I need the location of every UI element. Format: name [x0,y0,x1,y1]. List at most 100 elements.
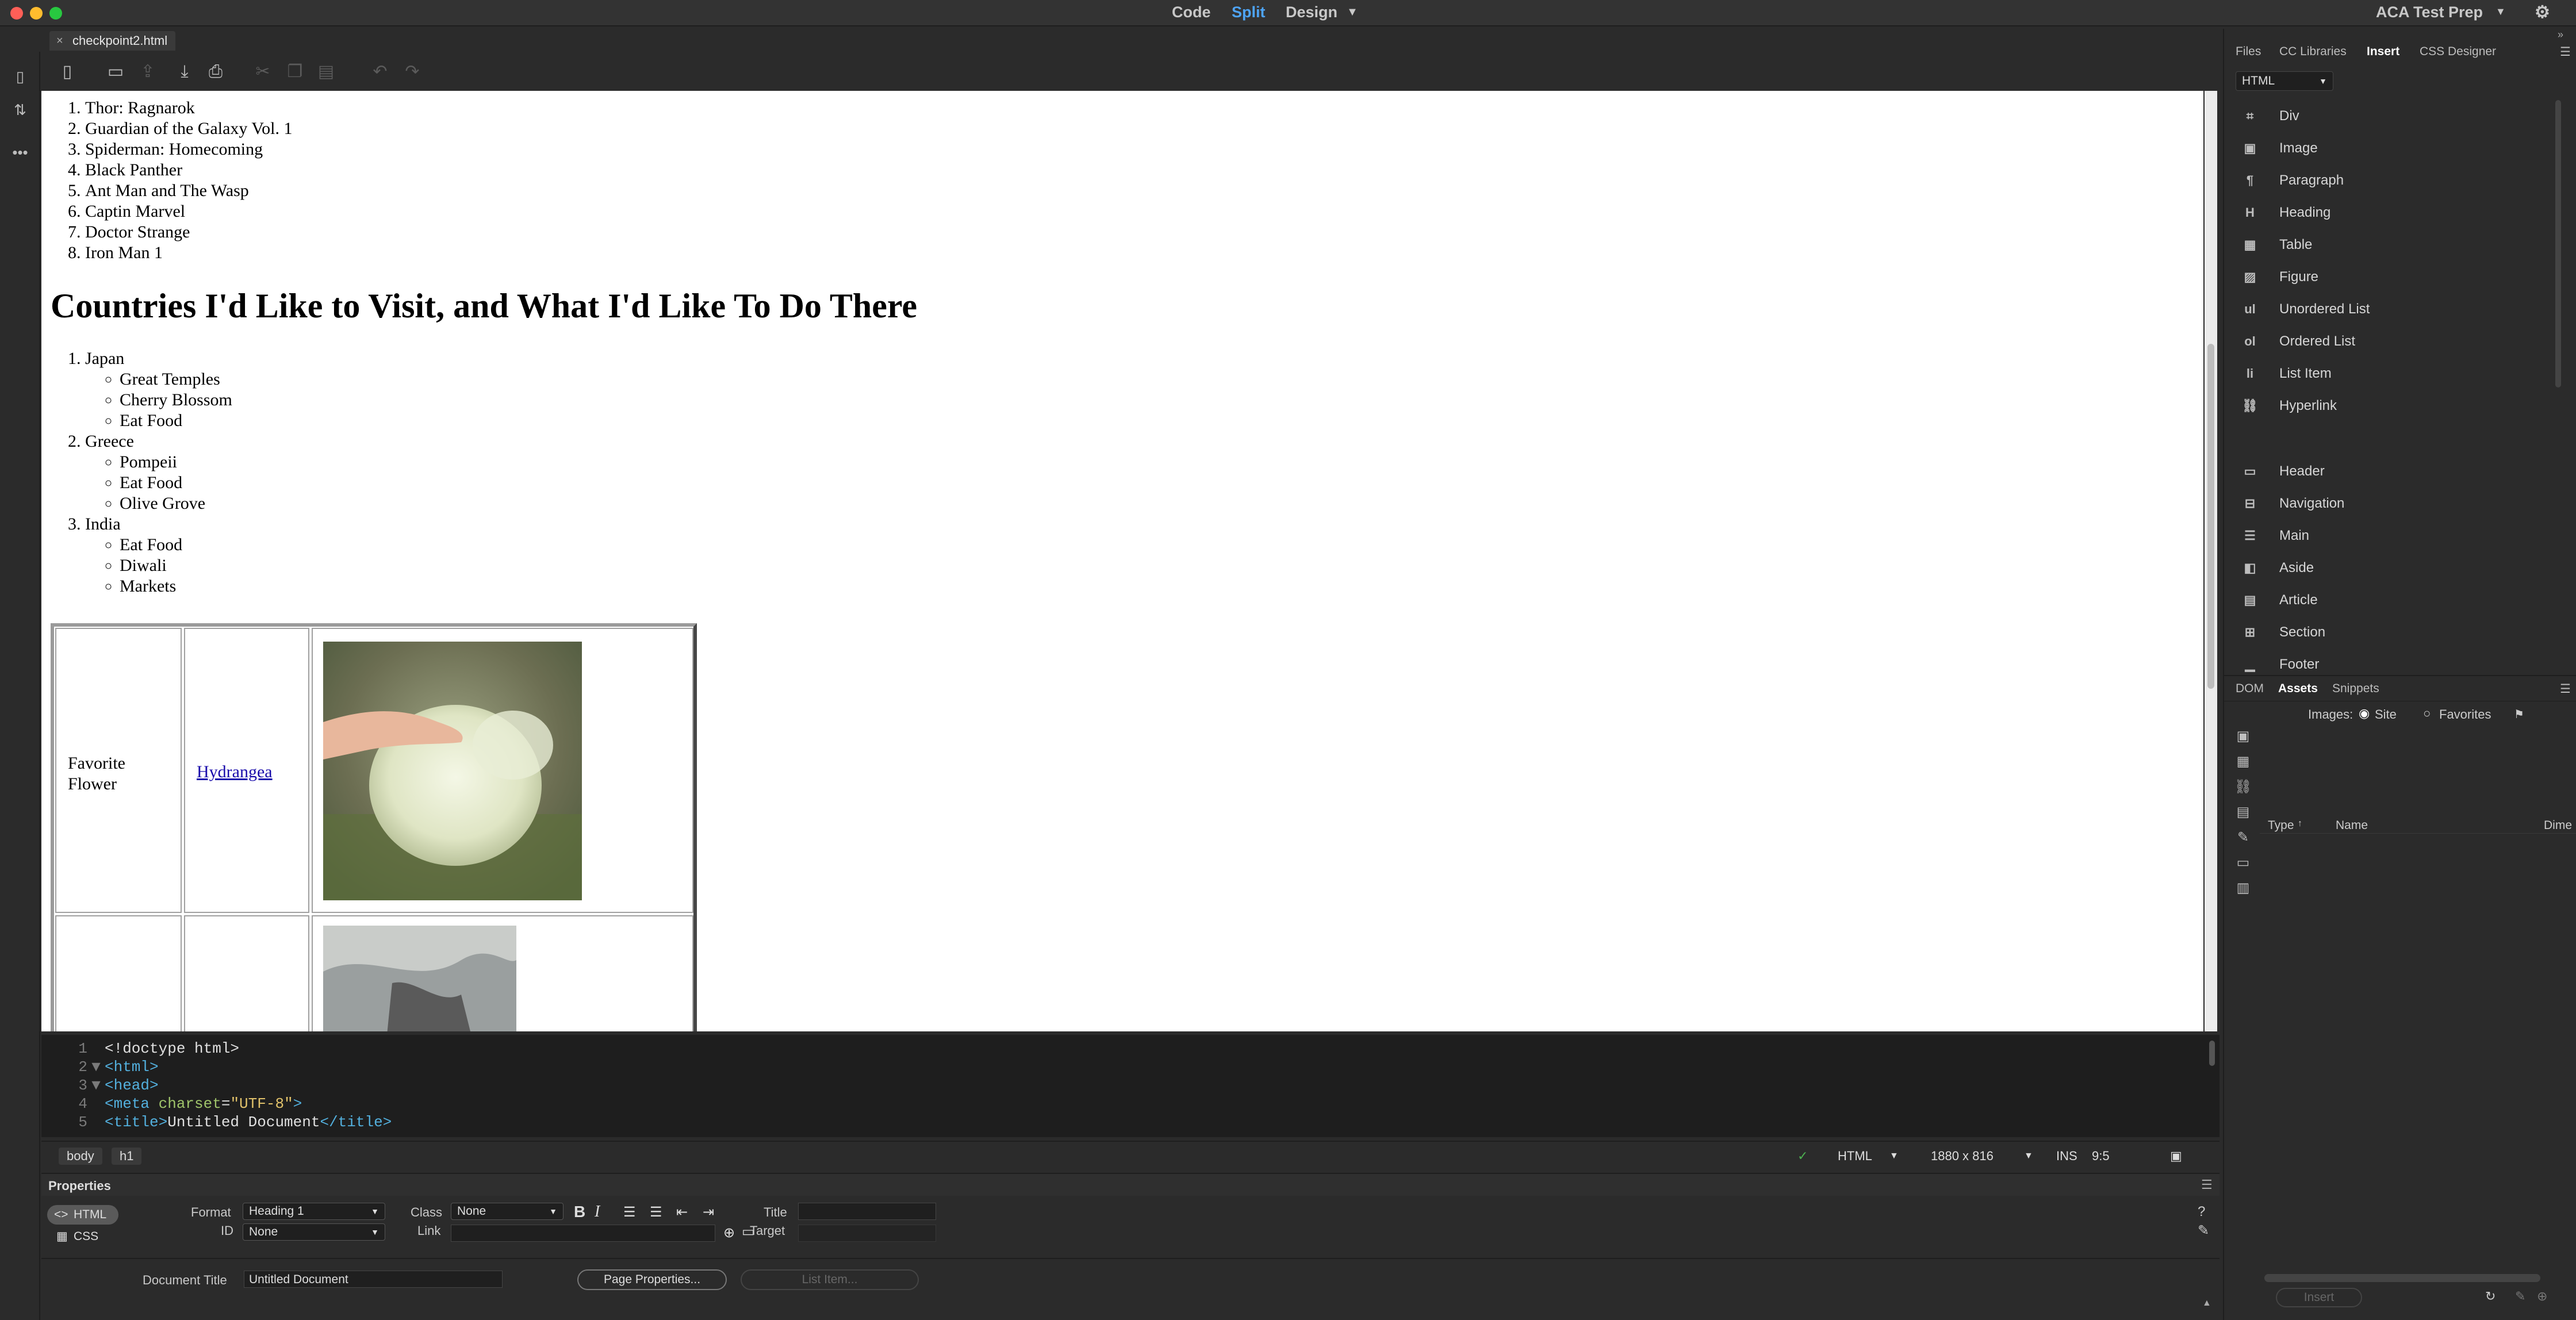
indent-icon[interactable]: ⇥ [703,1204,714,1221]
insert-item-ordered-list[interactable]: ol Ordered List [2224,325,2563,358]
document-icon[interactable]: ▯ [10,68,30,87]
site-radio-icon[interactable]: ◉ [2359,706,2370,721]
hydrangea-link[interactable]: Hydrangea [197,762,273,782]
page-properties-button[interactable]: Page Properties... [577,1269,727,1290]
insert-item-image[interactable]: ▣ Image [2224,132,2563,164]
insert-asset-button[interactable]: Insert [2276,1288,2362,1307]
table-cell[interactable] [55,915,182,1031]
tag-selector-body[interactable]: body [59,1148,102,1165]
bold-button[interactable]: B [574,1203,585,1221]
code-line[interactable]: 4 <meta charset="UTF-8"> [41,1095,302,1113]
quick-tag-editor-icon[interactable]: ✎ [2198,1222,2209,1239]
help-icon[interactable]: ? [2198,1204,2205,1220]
table-cell[interactable] [312,915,693,1031]
activity-list-item[interactable]: Eat Food [120,535,232,555]
tab-insert[interactable]: Insert [2367,45,2399,59]
outdent-icon[interactable]: ⇤ [676,1204,688,1221]
expand-panel-icon[interactable]: » [2558,29,2563,41]
bookmark-icon[interactable]: ⚑ [2514,707,2524,722]
format-select[interactable]: Heading 1 ▼ [243,1203,385,1220]
movie-list-item[interactable]: Doctor Strange [85,222,292,243]
activity-list-item[interactable]: Great Temples [120,369,232,390]
save-icon[interactable]: ⤓ [174,61,195,83]
column-type[interactable]: Type [2268,819,2294,832]
document-type-select[interactable]: HTML [1838,1149,1872,1164]
css-mode-toggle[interactable]: ▦ CSS [47,1227,118,1246]
ordered-list-icon[interactable]: ☰ [650,1204,662,1221]
insert-category-select[interactable]: HTML ▼ [2236,71,2333,91]
insert-item-aside[interactable]: ◧ Aside [2224,552,2563,584]
class-select[interactable]: None ▼ [451,1203,564,1220]
table-cell[interactable]: Favorite Flower [55,628,182,913]
insert-scrollbar[interactable] [2555,100,2561,387]
html-mode-toggle[interactable]: <> HTML [47,1205,118,1225]
scripts-asset-icon[interactable]: ✎ [2233,829,2253,849]
close-window-button[interactable] [10,7,23,20]
activity-list-item[interactable]: Pompeii [120,452,232,473]
tag-selector-h1[interactable]: h1 [112,1148,142,1165]
movie-list-item[interactable]: Thor: Ragnarok [85,98,292,118]
page-heading[interactable]: Countries I'd Like to Visit, and What I'… [51,286,917,326]
italic-button[interactable]: I [595,1203,600,1221]
insert-item-hyperlink[interactable]: ⛓ Hyperlink [2224,390,2563,422]
activity-list-item[interactable]: Markets [120,576,232,597]
movie-list-item[interactable]: Iron Man 1 [85,243,292,263]
country-list-item[interactable]: GreecePompeiiEat FoodOlive Grove [85,431,232,514]
more-tools-icon[interactable]: ••• [10,144,30,163]
chevron-down-icon[interactable]: ▼ [1889,1151,1899,1161]
movie-list[interactable]: Thor: RagnarokGuardian of the Galaxy Vol… [85,98,292,263]
minimize-window-button[interactable] [30,7,43,20]
panel-menu-icon[interactable]: ☰ [2560,45,2571,59]
undo-icon[interactable]: ↶ [369,61,391,83]
movie-list-item[interactable]: Guardian of the Galaxy Vol. 1 [85,118,292,139]
id-select[interactable]: None ▼ [243,1223,385,1241]
insert-item-section[interactable]: ⊞ Section [2224,616,2563,649]
design-dropdown-icon[interactable]: ▼ [1347,6,1358,19]
close-tab-icon[interactable]: × [56,31,63,51]
file-management-icon[interactable]: ⇅ [10,101,30,121]
code-line[interactable]: 2 ▼ <html> [41,1058,158,1076]
activity-list-item[interactable]: Olive Grove [120,493,232,514]
scrollbar-thumb[interactable] [2207,344,2214,689]
tab-assets[interactable]: Assets [2278,682,2318,696]
activity-list-item[interactable]: Cherry Blossom [120,390,232,410]
menu-icon[interactable]: ☰ [2201,1177,2213,1192]
refresh-icon[interactable]: ↻ [2485,1289,2496,1304]
templates-asset-icon[interactable]: ▭ [2233,854,2253,874]
copy-icon[interactable]: ❐ [284,61,306,83]
code-view-button[interactable]: Code [1172,3,1211,21]
movie-list-item[interactable]: Captin Marvel [85,201,292,222]
country-list-item[interactable]: JapanGreat TemplesCherry BlossomEat Food [85,348,232,431]
country-list-item[interactable]: IndiaEat FoodDiwaliMarkets [85,514,232,597]
table-cell[interactable] [312,628,693,913]
cut-icon[interactable]: ✂ [252,61,274,83]
gear-icon[interactable]: ⚙ [2535,2,2550,22]
check-icon[interactable]: ✓ [1797,1149,1808,1164]
insert-item-heading[interactable]: H Heading [2224,197,2563,229]
workspace-switcher[interactable]: ACA Test Prep [2376,3,2483,21]
activity-list[interactable]: PompeiiEat FoodOlive Grove [85,452,232,514]
fold-toggle-icon[interactable]: ▼ [87,1058,105,1076]
urls-asset-icon[interactable]: ⛓ [2233,778,2253,798]
activity-list[interactable]: Great TemplesCherry BlossomEat Food [85,369,232,431]
design-view-canvas[interactable]: Thor: RagnarokGuardian of the Galaxy Vol… [41,91,2203,1031]
print-icon[interactable]: ⎙ [205,61,227,83]
insert-item-article[interactable]: ▤ Article [2224,584,2563,616]
favorites-radio-icon[interactable]: ○ [2423,706,2431,721]
insert-item-list-item[interactable]: li List Item [2224,358,2563,390]
list-item-button[interactable]: List Item... [741,1269,919,1290]
tab-css-designer[interactable]: CSS Designer [2420,45,2496,59]
zoom-window-button[interactable] [49,7,62,20]
images-asset-icon[interactable]: ▣ [2233,728,2253,747]
colors-asset-icon[interactable]: ▦ [2233,753,2253,773]
column-name[interactable]: Name [2336,819,2368,832]
insert-item-table[interactable]: ▦ Table [2224,229,2563,261]
code-line[interactable]: 5 <title>Untitled Document</title> [41,1113,392,1131]
content-table[interactable]: Favorite Flower Hydrangea [51,623,697,1031]
tab-cc-libraries[interactable]: CC Libraries [2279,45,2347,59]
insert-item-main[interactable]: ☰ Main [2224,520,2563,552]
unordered-list-icon[interactable]: ☰ [623,1204,636,1221]
insert-item-navigation[interactable]: ⊟ Navigation [2224,488,2563,520]
design-view-scrollbar[interactable] [2205,91,2217,1031]
live-preview-icon[interactable]: ▣ [2170,1149,2182,1164]
